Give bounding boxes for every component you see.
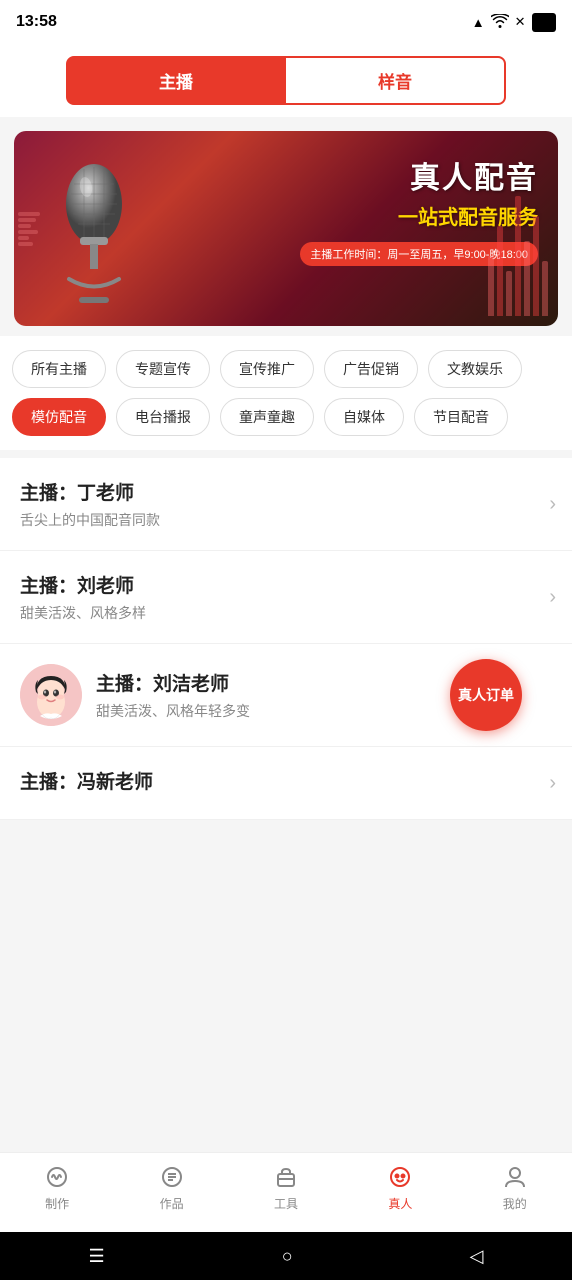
nav-icon-user [501,1163,529,1191]
chevron-right-icon-3: › [549,772,556,795]
nav-icon-lines [158,1163,186,1191]
bottom-nav: 制作 作品 工具 真人 我的 [0,1152,572,1232]
filter-tag-2[interactable]: 宣传推广 [220,350,314,388]
broadcaster-info-1: 主播：刘老师甜美活泼、风格多样 [20,571,541,623]
broadcaster-info-0: 主播：丁老师舌尖上的中国配音同款 [20,478,541,530]
broadcaster-list: 主播：丁老师舌尖上的中国配音同款 › 主播：刘老师甜美活泼、风格多样 › [0,458,572,820]
filter-tag-6[interactable]: 电台播报 [116,398,210,436]
filter-tag-0[interactable]: 所有主播 [12,350,106,388]
filter-tag-4[interactable]: 文教娱乐 [428,350,522,388]
banner: 真人配音 一站式配音服务 主播工作时间：周一至周五，早9:00-晚18:00 [14,131,558,326]
equalizer-right [488,131,548,326]
float-order-button[interactable]: 真人订单 [450,659,522,731]
nav-label-2: 工具 [274,1195,298,1212]
nav-item-工具[interactable]: 工具 [246,1163,326,1212]
status-time: 13:58 [16,13,57,31]
nav-item-制作[interactable]: 制作 [17,1163,97,1212]
android-menu-button[interactable]: ☰ [89,1246,105,1267]
broadcaster-item-0[interactable]: 主播：丁老师舌尖上的中国配音同款 › [0,458,572,551]
filter-tag-9[interactable]: 节目配音 [414,398,508,436]
android-back-button[interactable]: ◁ [470,1246,484,1267]
filter-tag-7[interactable]: 童声童趣 [220,398,314,436]
chevron-right-icon-1: › [549,586,556,609]
chevron-right-icon-0: › [549,493,556,516]
tab-sample[interactable]: 样音 [286,56,506,105]
signal-icon: ✕ [515,14,526,30]
broadcaster-name-1: 主播：刘老师 [20,571,541,598]
filter-tags: 所有主播专题宣传宣传推广广告促销文教娱乐模仿配音电台播报童声童趣自媒体节目配音 [0,336,572,450]
tab-switcher: 主播 样音 [0,44,572,117]
broadcaster-name-3: 主播：冯新老师 [20,767,541,794]
tab-anchor[interactable]: 主播 [66,56,286,105]
status-icons: ▲ ✕ 81 [472,13,556,32]
android-nav-bar: ☰ ○ ◁ [0,1232,572,1280]
android-home-button[interactable]: ○ [282,1246,293,1267]
nav-label-0: 制作 [45,1195,69,1212]
broadcaster-info-3: 主播：冯新老师 [20,767,541,799]
wifi-icon [491,14,509,31]
nav-item-真人[interactable]: 真人 [360,1163,440,1212]
broadcaster-item-1[interactable]: 主播：刘老师甜美活泼、风格多样 › [0,551,572,644]
nav-label-1: 作品 [160,1195,184,1212]
nav-icon-bag [272,1163,300,1191]
alert-icon: ▲ [472,15,485,30]
nav-label-4: 我的 [503,1195,527,1212]
broadcaster-item-3[interactable]: 主播：冯新老师 › [0,747,572,820]
broadcaster-desc-0: 舌尖上的中国配音同款 [20,510,541,530]
status-bar: 13:58 ▲ ✕ 81 [0,0,572,44]
filter-tag-1[interactable]: 专题宣传 [116,350,210,388]
nav-label-3: 真人 [388,1195,412,1212]
nav-icon-face [386,1163,414,1191]
nav-item-作品[interactable]: 作品 [132,1163,212,1212]
broadcaster-avatar-2 [20,664,82,726]
microphone-image [24,141,164,316]
broadcaster-name-0: 主播：丁老师 [20,478,541,505]
broadcaster-desc-1: 甜美活泼、风格多样 [20,603,541,623]
nav-icon-wave [43,1163,71,1191]
broadcaster-item-2[interactable]: 主播：刘洁老师甜美活泼、风格年轻多变真人订单 [0,644,572,747]
battery-indicator: 81 [532,13,556,32]
filter-tag-8[interactable]: 自媒体 [324,398,404,436]
filter-tag-5[interactable]: 模仿配音 [12,398,106,436]
nav-item-我的[interactable]: 我的 [475,1163,555,1212]
filter-tag-3[interactable]: 广告促销 [324,350,418,388]
